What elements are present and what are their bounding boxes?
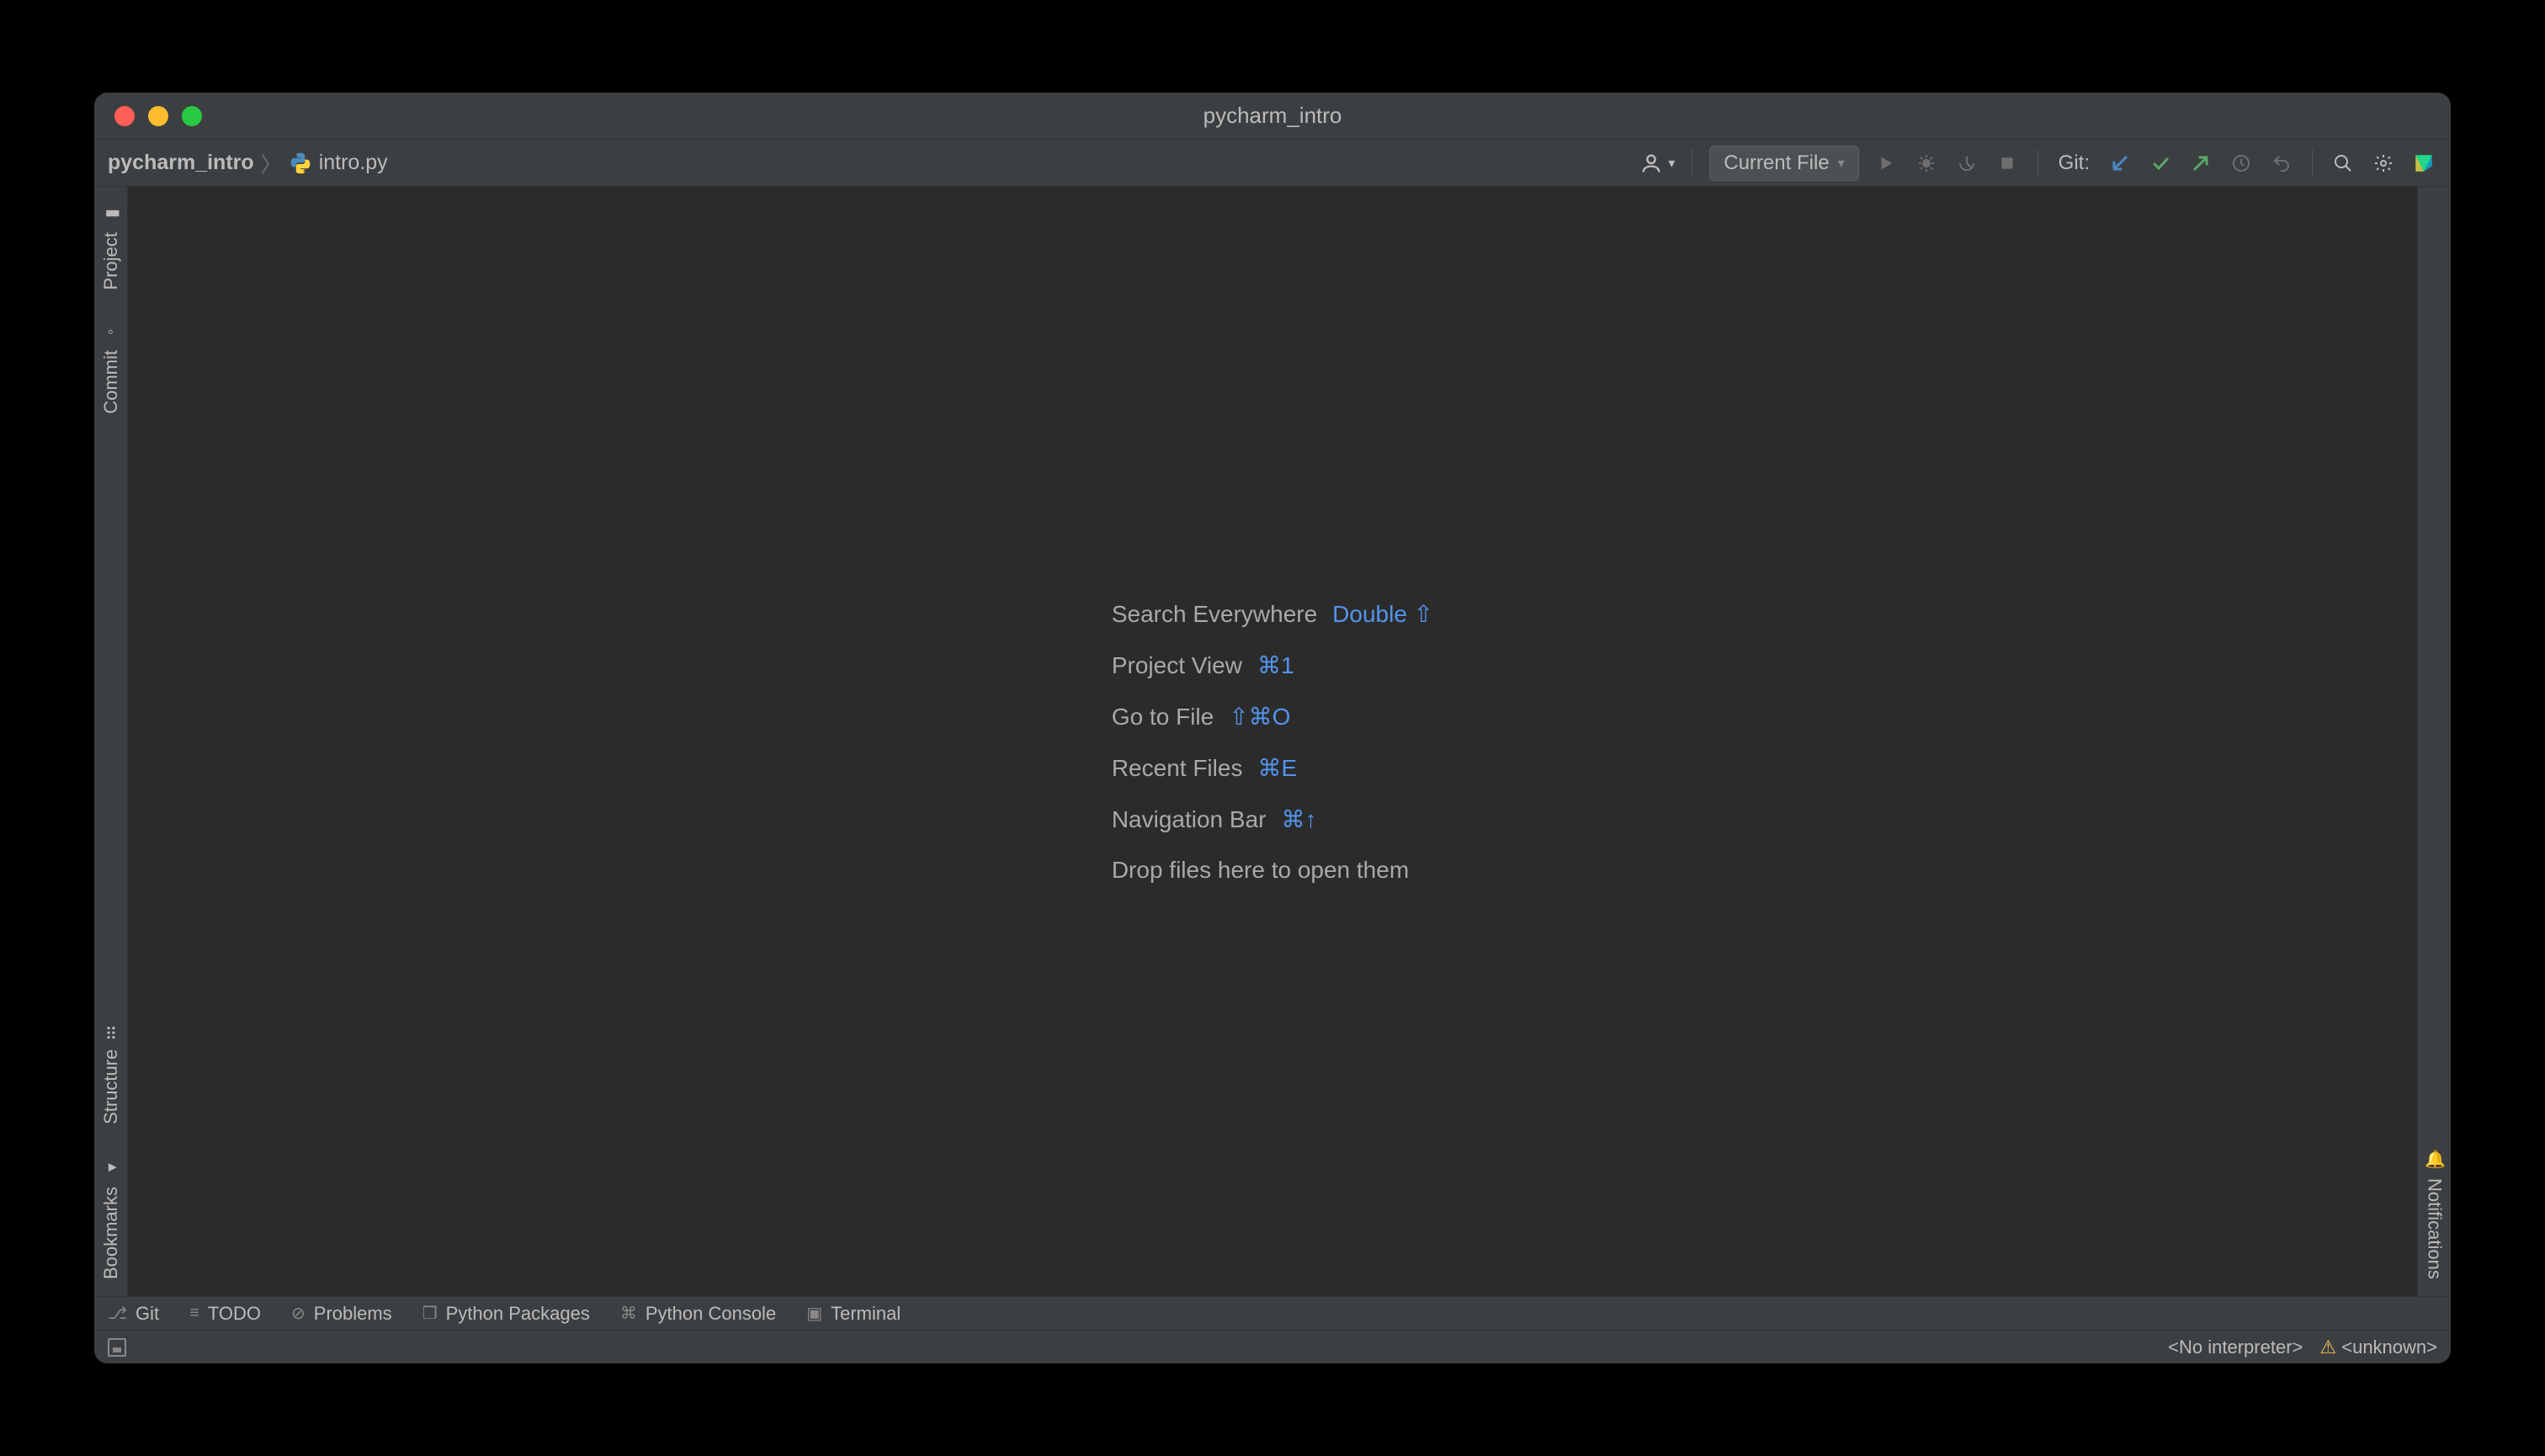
tool-notifications[interactable]: 🔔 Notifications (2424, 1133, 2446, 1296)
bottom-git[interactable]: ⎇ Git (108, 1303, 159, 1325)
bookmark-icon: ▾ (101, 1158, 121, 1178)
tool-commit[interactable]: Commit ◦ (100, 306, 122, 431)
interpreter-status[interactable]: <No interpreter> (2168, 1336, 2303, 1358)
window-title: pycharm_intro (1203, 103, 1342, 129)
separator (2312, 150, 2313, 177)
main-area: Project ▮ Commit ◦ Structure ⠿ Bookmarks… (94, 187, 2451, 1296)
editor-area[interactable]: Search Everywhere Double ⇧ Project View … (128, 187, 2417, 1296)
terminal-icon: ▣ (806, 1303, 822, 1324)
debug-button[interactable] (1913, 150, 1940, 177)
git-commit-icon[interactable] (2147, 150, 2174, 177)
titlebar: pycharm_intro (94, 93, 2451, 140)
run-config-label: Current File (1724, 151, 1829, 175)
ide-window: pycharm_intro pycharm_intro 〉 intro.py ▾… (94, 93, 2451, 1363)
tool-window-toggle-icon[interactable] (108, 1338, 126, 1357)
navbar: pycharm_intro 〉 intro.py ▾ Current File … (94, 140, 2451, 187)
python-icon: ⌘ (620, 1303, 637, 1324)
tip-navigation-bar: Navigation Bar ⌘↑ (1112, 805, 1433, 833)
git-label: Git: (2059, 151, 2090, 175)
right-gutter: 🔔 Notifications (2417, 187, 2451, 1296)
maximize-window-button[interactable] (182, 106, 202, 126)
tool-bookmarks[interactable]: Bookmarks ▾ (100, 1141, 122, 1296)
drop-hint: Drop files here to open them (1112, 857, 1433, 884)
tip-search-everywhere: Search Everywhere Double ⇧ (1112, 600, 1433, 628)
warning-icon: ⚠ (2319, 1336, 2336, 1358)
code-with-me-icon[interactable] (1638, 150, 1665, 177)
breadcrumb-project[interactable]: pycharm_intro (108, 151, 254, 175)
tip-shortcut: ⌘↑ (1281, 805, 1316, 833)
stop-button[interactable] (1994, 150, 2021, 177)
folder-icon: ▮ (101, 204, 121, 224)
tip-shortcut: Double ⇧ (1332, 600, 1433, 628)
tip-label: Go to File (1112, 704, 1214, 731)
editor-tips: Search Everywhere Double ⇧ Project View … (1112, 600, 1433, 884)
tip-shortcut: ⇧⌘O (1229, 703, 1290, 731)
git-branch-icon: ⎇ (108, 1303, 127, 1324)
search-icon[interactable] (2330, 150, 2356, 177)
warning-circle-icon: ⊘ (291, 1303, 306, 1324)
run-config-selector[interactable]: Current File ▾ (1709, 146, 1858, 181)
breadcrumb-file[interactable]: intro.py (319, 151, 388, 175)
bottom-label: Problems (314, 1303, 392, 1325)
run-button[interactable] (1873, 150, 1899, 177)
left-gutter-top: Project ▮ Commit ◦ (94, 187, 127, 431)
bottom-tool-bar: ⎇ Git ≡ TODO ⊘ Problems ❒ Python Package… (94, 1296, 2451, 1330)
list-icon: ≡ (189, 1304, 199, 1323)
app-icon[interactable] (2410, 150, 2437, 177)
gear-icon[interactable] (2370, 150, 2397, 177)
breadcrumb[interactable]: pycharm_intro 〉 intro.py (108, 148, 388, 178)
bottom-label: Terminal (831, 1303, 901, 1325)
status-left (108, 1338, 126, 1357)
bottom-python-packages[interactable]: ❒ Python Packages (422, 1303, 590, 1325)
gutter-label: Structure (100, 1049, 122, 1124)
minimize-window-button[interactable] (148, 106, 168, 126)
tip-label: Navigation Bar (1112, 806, 1267, 833)
bottom-label: Python Console (646, 1303, 776, 1325)
tip-shortcut: ⌘1 (1257, 651, 1294, 679)
bottom-todo[interactable]: ≡ TODO (189, 1303, 261, 1325)
gutter-label: Commit (100, 350, 122, 414)
bottom-label: Git (135, 1303, 159, 1325)
left-gutter-bottom: Structure ⠿ Bookmarks ▾ (94, 1012, 127, 1296)
run-with-coverage-button[interactable] (1953, 150, 1980, 177)
tip-recent-files: Recent Files ⌘E (1112, 754, 1433, 782)
bell-icon: 🔔 (2425, 1150, 2445, 1170)
gutter-label: Bookmarks (100, 1187, 122, 1279)
traffic-lights (94, 106, 202, 126)
structure-icon: ⠿ (104, 1024, 117, 1044)
tip-project-view: Project View ⌘1 (1112, 651, 1433, 679)
git-history-icon[interactable] (2228, 150, 2255, 177)
tip-label: Search Everywhere (1112, 601, 1317, 628)
bottom-python-console[interactable]: ⌘ Python Console (620, 1303, 776, 1325)
status-right: <No interpreter> ⚠ <unknown> (2168, 1336, 2437, 1358)
statusbar: <No interpreter> ⚠ <unknown> (94, 1330, 2451, 1363)
status-unknown[interactable]: ⚠ <unknown> (2319, 1336, 2437, 1358)
tool-project[interactable]: Project ▮ (100, 187, 122, 306)
gutter-label: Notifications (2424, 1178, 2446, 1279)
tip-label: Project View (1112, 652, 1242, 679)
git-pull-icon[interactable] (2107, 150, 2133, 177)
tip-shortcut: ⌘E (1257, 754, 1297, 782)
bottom-problems[interactable]: ⊘ Problems (291, 1303, 392, 1325)
left-gutter: Project ▮ Commit ◦ Structure ⠿ Bookmarks… (94, 187, 128, 1296)
status-unknown-label: <unknown> (2341, 1336, 2437, 1358)
commit-icon: ◦ (102, 323, 120, 343)
git-rollback-icon[interactable] (2268, 150, 2295, 177)
gutter-label: Project (100, 232, 122, 290)
chevron-down-icon[interactable]: ▾ (1668, 155, 1675, 172)
chevron-right-icon: 〉 (261, 148, 282, 178)
git-push-icon[interactable] (2187, 150, 2214, 177)
bottom-label: TODO (208, 1303, 261, 1325)
bottom-label: Python Packages (446, 1303, 590, 1325)
package-icon: ❒ (422, 1303, 438, 1324)
python-file-icon (289, 151, 312, 175)
bottom-terminal[interactable]: ▣ Terminal (806, 1303, 901, 1325)
toolbar-right: ▾ Current File ▾ Git: (1638, 146, 2437, 181)
tip-go-to-file: Go to File ⇧⌘O (1112, 703, 1433, 731)
tool-structure[interactable]: Structure ⠿ (100, 1012, 122, 1141)
chevron-down-icon: ▾ (1838, 155, 1845, 172)
tip-label: Recent Files (1112, 755, 1243, 782)
close-window-button[interactable] (114, 106, 135, 126)
